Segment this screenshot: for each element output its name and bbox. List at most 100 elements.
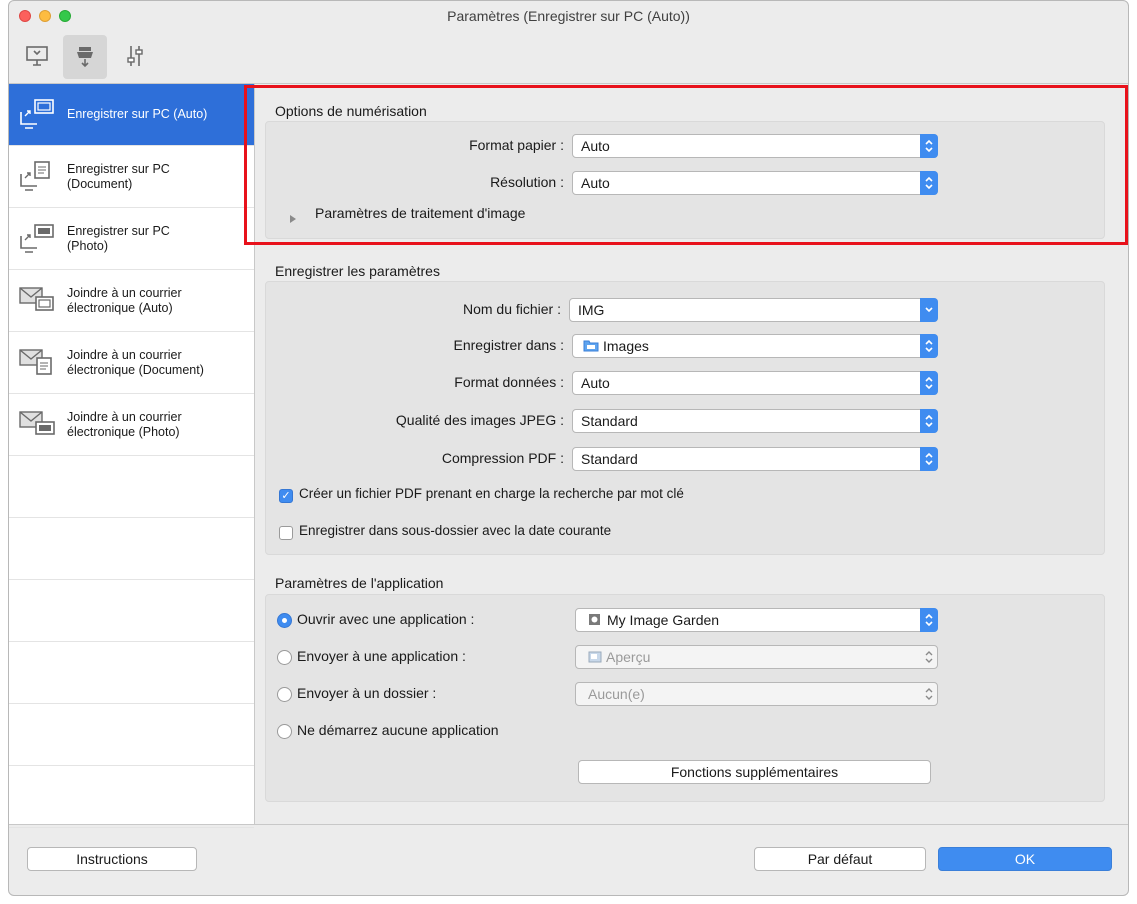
file-name-combobox[interactable]: IMG: [569, 298, 938, 322]
file-name-label: Nom du fichier :: [462, 301, 561, 317]
updown-chevron-icon: [920, 447, 938, 471]
save-in-value: Images: [603, 338, 649, 354]
scan-from-computer-icon: [24, 43, 50, 72]
send-app-label[interactable]: Envoyer à une application :: [297, 648, 466, 664]
minimize-window-button[interactable]: [39, 10, 51, 22]
keyword-pdf-checkbox[interactable]: ✓: [279, 489, 293, 503]
sidebar-item-label: Enregistrer sur PC (Photo): [67, 223, 170, 253]
jpeg-quality-select[interactable]: Standard: [572, 409, 938, 433]
paper-size-value: Auto: [581, 138, 610, 154]
sidebar-empty-row: [9, 704, 254, 766]
sidebar-item-save-pc-auto[interactable]: Enregistrer sur PC (Auto): [9, 84, 254, 146]
more-functions-button[interactable]: Fonctions supplémentaires: [578, 760, 931, 784]
paper-size-select[interactable]: Auto: [572, 134, 938, 158]
updown-chevron-icon: [920, 645, 938, 669]
sidebar: Enregistrer sur PC (Auto) Enregistrer su…: [9, 84, 255, 828]
no-app-radio[interactable]: [277, 724, 292, 739]
window-titlebar: Paramètres (Enregistrer sur PC (Auto)): [9, 1, 1128, 31]
attach-email-document-icon: [9, 346, 67, 380]
updown-chevron-icon: [920, 608, 938, 632]
updown-chevron-icon: [920, 134, 938, 158]
save-to-pc-photo-icon: [9, 222, 67, 256]
close-window-button[interactable]: [19, 10, 31, 22]
scan-options-title: Options de numérisation: [275, 103, 427, 119]
chevron-down-icon: [920, 298, 938, 322]
data-format-value: Auto: [581, 375, 610, 391]
resolution-select[interactable]: Auto: [572, 171, 938, 195]
open-app-select[interactable]: My Image Garden: [575, 608, 938, 632]
scan-from-panel-icon: [72, 43, 98, 72]
resolution-label: Résolution :: [490, 174, 564, 190]
footer-divider: [9, 824, 1128, 825]
jpeg-quality-value: Standard: [581, 413, 638, 429]
attach-email-auto-icon: [9, 284, 67, 318]
image-processing-label: Paramètres de traitement d'image: [315, 205, 526, 221]
sidebar-item-label: Joindre à un courrier électronique (Auto…: [67, 285, 182, 315]
tab-general-settings[interactable]: [113, 35, 157, 79]
sidebar-item-email-photo[interactable]: Joindre à un courrier électronique (Phot…: [9, 394, 254, 456]
sidebar-empty-row: [9, 580, 254, 642]
data-format-select[interactable]: Auto: [572, 371, 938, 395]
data-format-label: Format données :: [454, 374, 564, 390]
updown-chevron-icon: [920, 682, 938, 706]
pdf-compression-select[interactable]: Standard: [572, 447, 938, 471]
resolution-value: Auto: [581, 175, 610, 191]
paper-size-label: Format papier :: [469, 137, 564, 153]
defaults-button[interactable]: Par défaut: [754, 847, 926, 871]
folder-icon: [583, 336, 599, 358]
toolbar: [9, 31, 1128, 84]
open-app-label[interactable]: Ouvrir avec une application :: [297, 611, 474, 627]
updown-chevron-icon: [920, 171, 938, 195]
save-in-label: Enregistrer dans :: [453, 337, 565, 353]
sidebar-empty-row: [9, 456, 254, 518]
date-subfolder-checkbox[interactable]: [279, 526, 293, 540]
send-folder-label[interactable]: Envoyer à un dossier :: [297, 685, 436, 701]
pdf-compression-label: Compression PDF :: [441, 450, 564, 466]
no-app-label[interactable]: Ne démarrez aucune application: [297, 722, 499, 738]
save-settings-title: Enregistrer les paramètres: [275, 263, 440, 279]
send-folder-radio[interactable]: [277, 687, 292, 702]
send-folder-select[interactable]: Aucun(e): [575, 682, 938, 706]
sidebar-item-label: Joindre à un courrier électronique (Docu…: [67, 347, 204, 377]
app-settings-title: Paramètres de l'application: [275, 575, 444, 591]
open-app-radio[interactable]: [277, 613, 292, 628]
sidebar-item-label: Enregistrer sur PC (Document): [67, 161, 170, 191]
send-app-radio[interactable]: [277, 650, 292, 665]
zoom-window-button[interactable]: [59, 10, 71, 22]
sidebar-item-save-pc-photo[interactable]: Enregistrer sur PC (Photo): [9, 208, 254, 270]
window-title: Paramètres (Enregistrer sur PC (Auto)): [447, 8, 690, 24]
sidebar-item-email-auto[interactable]: Joindre à un courrier électronique (Auto…: [9, 270, 254, 332]
send-app-select[interactable]: Aperçu: [575, 645, 938, 669]
jpeg-quality-label: Qualité des images JPEG :: [395, 412, 564, 428]
save-to-pc-document-icon: [9, 160, 67, 194]
instructions-button[interactable]: Instructions: [27, 847, 197, 871]
preview-app-icon: [588, 647, 602, 669]
updown-chevron-icon: [920, 334, 938, 358]
tab-scan-from-computer[interactable]: [15, 35, 59, 79]
send-app-value: Aperçu: [606, 649, 651, 665]
updown-chevron-icon: [920, 371, 938, 395]
sidebar-item-label: Enregistrer sur PC (Auto): [67, 107, 208, 121]
updown-chevron-icon: [920, 409, 938, 433]
attach-email-photo-icon: [9, 408, 67, 442]
sidebar-empty-row: [9, 642, 254, 704]
pdf-compression-value: Standard: [581, 451, 638, 467]
sidebar-item-email-document[interactable]: Joindre à un courrier électronique (Docu…: [9, 332, 254, 394]
tab-scan-from-panel[interactable]: [63, 35, 107, 79]
keyword-pdf-label: Créer un fichier PDF prenant en charge l…: [299, 486, 684, 501]
sidebar-item-label: Joindre à un courrier électronique (Phot…: [67, 409, 182, 439]
general-settings-icon: [122, 43, 148, 72]
open-app-value: My Image Garden: [607, 612, 720, 628]
sidebar-empty-row: [9, 766, 254, 828]
file-name-value: IMG: [578, 302, 605, 318]
settings-window: Paramètres (Enregistrer sur PC (Auto)) E…: [8, 0, 1129, 896]
sidebar-empty-row: [9, 518, 254, 580]
ok-button[interactable]: OK: [938, 847, 1112, 871]
sidebar-item-save-pc-document[interactable]: Enregistrer sur PC (Document): [9, 146, 254, 208]
my-image-garden-icon: [588, 610, 601, 632]
send-folder-value: Aucun(e): [588, 686, 645, 702]
save-in-select[interactable]: Images: [572, 334, 938, 358]
save-to-pc-auto-icon: [9, 98, 67, 132]
disclosure-triangle-icon: [289, 211, 297, 227]
date-subfolder-label: Enregistrer dans sous-dossier avec la da…: [299, 523, 612, 538]
